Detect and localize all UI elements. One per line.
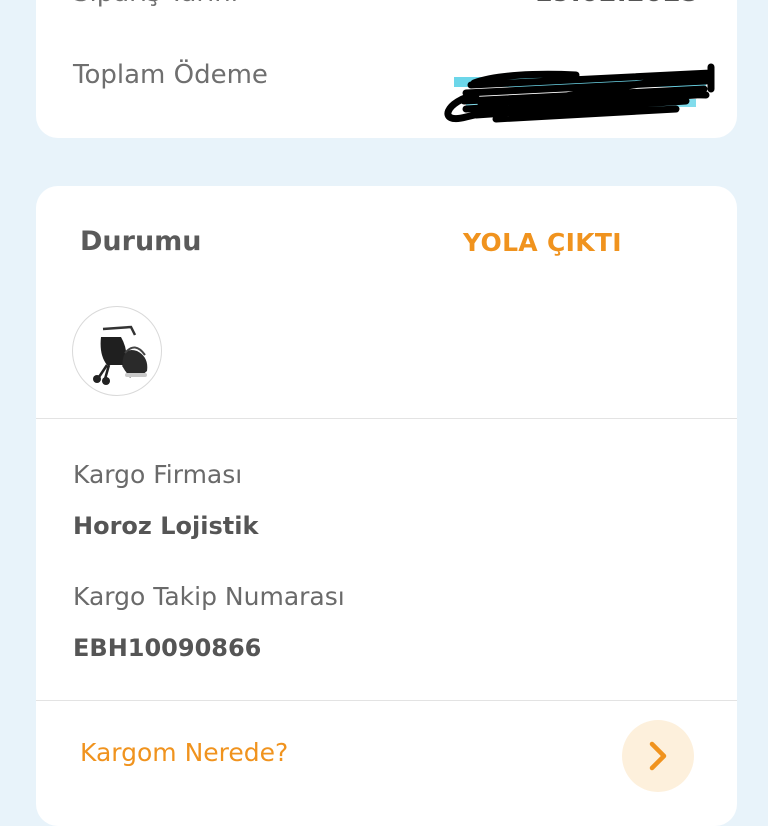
tracking-number-label: Kargo Takip Numarası bbox=[73, 582, 345, 611]
status-badge: YOLA ÇIKTI bbox=[463, 228, 622, 257]
order-summary-card: Sipariş Tarihi 19.02.2025 Toplam Ödeme bbox=[36, 0, 737, 138]
order-date-value: 19.02.2025 bbox=[535, 0, 699, 8]
chevron-right-icon bbox=[649, 741, 667, 771]
divider bbox=[36, 700, 737, 701]
tracking-number-value: EBH10090866 bbox=[73, 634, 262, 662]
divider bbox=[36, 418, 737, 419]
where-is-my-cargo-button[interactable] bbox=[622, 720, 694, 792]
shipment-status-card: Durumu YOLA ÇIKTI Kargo Firması Horoz Lo… bbox=[36, 186, 737, 826]
order-date-label: Sipariş Tarihi bbox=[73, 0, 238, 8]
total-payment-redaction bbox=[444, 63, 715, 123]
status-label: Durumu bbox=[80, 226, 202, 257]
stroller-icon bbox=[93, 325, 148, 385]
carrier-label: Kargo Firması bbox=[73, 460, 243, 489]
product-thumbnail[interactable] bbox=[72, 306, 162, 396]
carrier-value: Horoz Lojistik bbox=[73, 512, 259, 540]
where-is-my-cargo-link[interactable]: Kargom Nerede? bbox=[80, 738, 288, 767]
total-payment-label: Toplam Ödeme bbox=[73, 60, 268, 90]
